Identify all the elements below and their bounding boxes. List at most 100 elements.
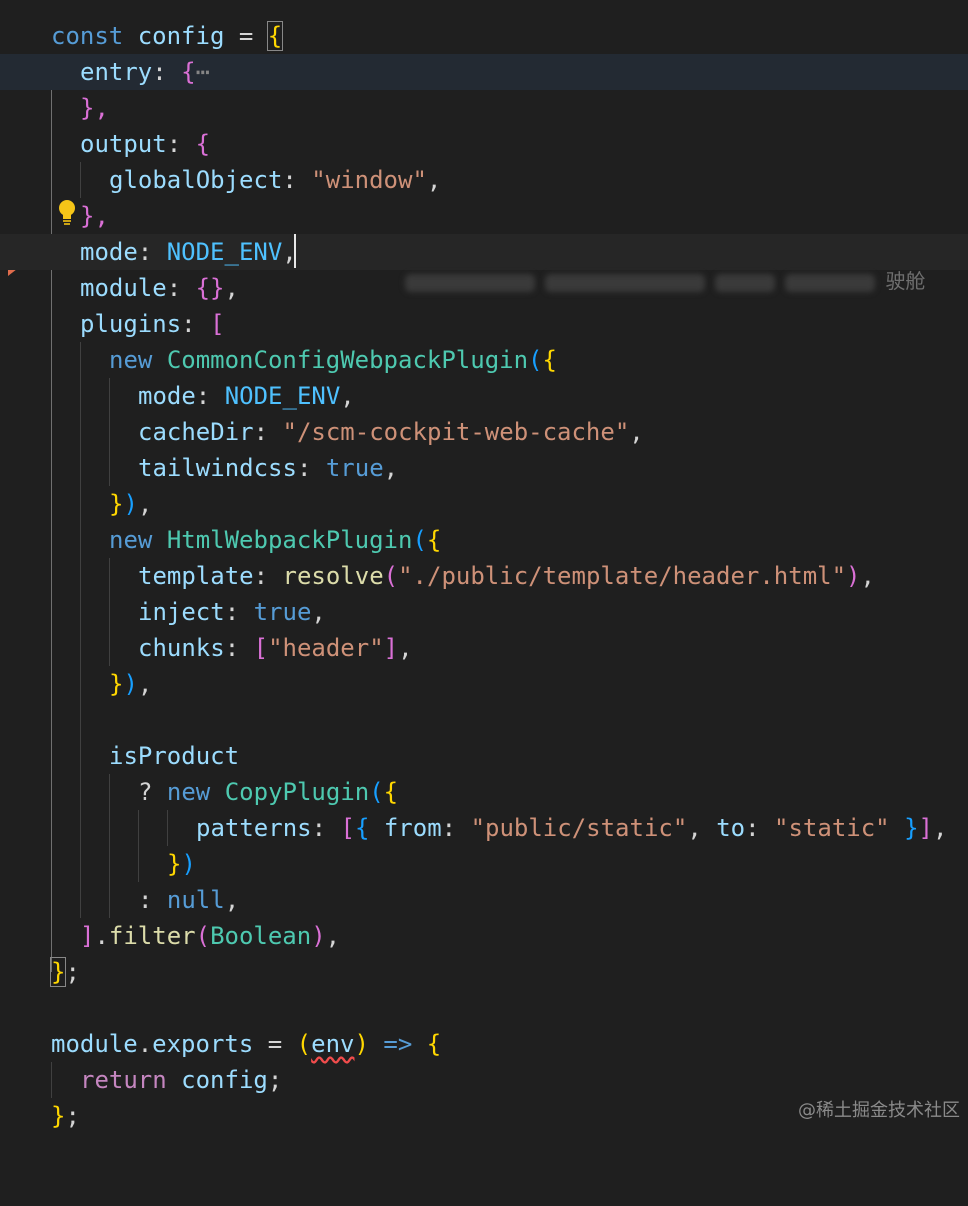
bracket: { — [195, 130, 211, 158]
class-name: CommonConfigWebpackPlugin — [166, 346, 529, 374]
comma: , — [426, 166, 442, 194]
colon: : — [137, 238, 153, 266]
colon: : — [166, 130, 182, 158]
code-line-13: tailwindcss: true, — [0, 450, 968, 486]
colon: : — [253, 562, 269, 590]
operator: = — [267, 1030, 283, 1058]
identifier: module — [51, 1030, 138, 1058]
semicolon: ; — [65, 958, 80, 986]
code-line-1: const config = { — [0, 18, 968, 54]
property-key: tailwindcss — [138, 454, 297, 482]
string-literal: "header" — [268, 634, 384, 662]
colon: : — [224, 598, 240, 626]
keyword: return — [80, 1066, 167, 1094]
keyword: new — [109, 526, 153, 554]
colon: : — [224, 634, 240, 662]
code-line-8: module: {}, — [0, 270, 968, 306]
code-line-5: globalObject: "window", — [0, 162, 968, 198]
code-line-27: }; — [0, 954, 968, 990]
text-cursor — [294, 234, 296, 268]
bracket: ( — [369, 778, 384, 806]
constant: NODE_ENV — [224, 382, 341, 410]
function-name: filter — [108, 922, 196, 950]
semicolon: ; — [267, 1066, 283, 1094]
bracket: }, — [80, 202, 109, 230]
code-line-18: chunks: ["header"], — [0, 630, 968, 666]
code-line-30: return config; — [0, 1062, 968, 1098]
keyword: null — [166, 886, 225, 914]
code-line-21: isProduct — [0, 738, 968, 774]
code-line-3: }, — [0, 90, 968, 126]
code-line-24: }) — [0, 846, 968, 882]
string-literal: "/scm-cockpit-web-cache" — [282, 418, 630, 446]
code-line-16: template: resolve("./public/template/hea… — [0, 558, 968, 594]
bracket: { — [383, 778, 399, 806]
comma: , — [325, 922, 341, 950]
bracket: ) — [123, 670, 138, 698]
comma: , — [224, 886, 240, 914]
watermark: @稀土掘金技术社区 — [798, 1100, 960, 1121]
code-line-4: output: { — [0, 126, 968, 162]
property-key: entry — [80, 58, 153, 86]
parameter-with-error[interactable]: env — [311, 1030, 354, 1058]
code-editor[interactable]: const config = { entry: {⋯ }, output: { … — [0, 0, 968, 1130]
bracket: } — [904, 814, 919, 842]
code-line-17: inject: true, — [0, 594, 968, 630]
folded-region-ellipsis[interactable]: ⋯ — [196, 58, 210, 86]
bracket: ] — [918, 814, 933, 842]
string-literal: "./public/template/header.html" — [398, 562, 847, 590]
property-key: cacheDir — [138, 418, 254, 446]
comma: , — [340, 382, 355, 410]
property-key: globalObject — [109, 166, 283, 194]
colon: : — [253, 418, 269, 446]
comma: , — [687, 814, 702, 842]
bracket: ) — [311, 922, 326, 950]
code-line-10: new CommonConfigWebpackPlugin({ — [0, 342, 968, 378]
comma: , — [398, 634, 413, 662]
identifier: config — [137, 22, 225, 50]
bracket: } — [109, 670, 124, 698]
code-line-25: : null, — [0, 882, 968, 918]
identifier: isProduct — [109, 742, 240, 770]
keyword: new — [109, 346, 153, 374]
bracket: ( — [412, 526, 427, 554]
colon: : — [441, 814, 457, 842]
bracket: }, — [80, 94, 109, 122]
bracket: [ — [340, 814, 355, 842]
bracket: { — [542, 346, 557, 374]
code-line-29: module.exports = (env) => { — [0, 1026, 968, 1062]
bracket: } — [167, 850, 182, 878]
semicolon: ; — [65, 1102, 80, 1130]
bracket: [ — [210, 310, 225, 338]
dot: . — [137, 1030, 153, 1058]
comma: , — [137, 490, 153, 518]
property-key: patterns — [196, 814, 312, 842]
code-line-26: ].filter(Boolean), — [0, 918, 968, 954]
git-blame-annotation: 驶舱 — [380, 236, 940, 293]
bracket: {} — [195, 274, 225, 302]
bracket: ) — [181, 850, 196, 878]
bracket: } — [109, 490, 124, 518]
constant: NODE_ENV — [166, 238, 283, 266]
code-line-19: }), — [0, 666, 968, 702]
code-line-14: }), — [0, 486, 968, 522]
code-line-6: }, — [0, 198, 968, 234]
code-line-23: patterns: [{ from: "public/static", to: … — [0, 810, 968, 846]
bracket: [ — [253, 634, 269, 662]
comma: , — [629, 418, 644, 446]
comma: , — [860, 562, 875, 590]
colon: : — [181, 310, 196, 338]
property-key: output — [80, 130, 167, 158]
property-key: mode — [138, 382, 196, 410]
colon: : — [745, 814, 760, 842]
colon: : — [296, 454, 312, 482]
colon: : — [166, 274, 182, 302]
class-name: HtmlWebpackPlugin — [166, 526, 413, 554]
string-literal: "static" — [774, 814, 890, 842]
dot: . — [94, 922, 109, 950]
code-line-12: cacheDir: "/scm-cockpit-web-cache", — [0, 414, 968, 450]
operator: = — [238, 22, 254, 50]
class-name: CopyPlugin — [224, 778, 370, 806]
bracket: ] — [80, 922, 95, 950]
bracket: } — [51, 1102, 66, 1130]
